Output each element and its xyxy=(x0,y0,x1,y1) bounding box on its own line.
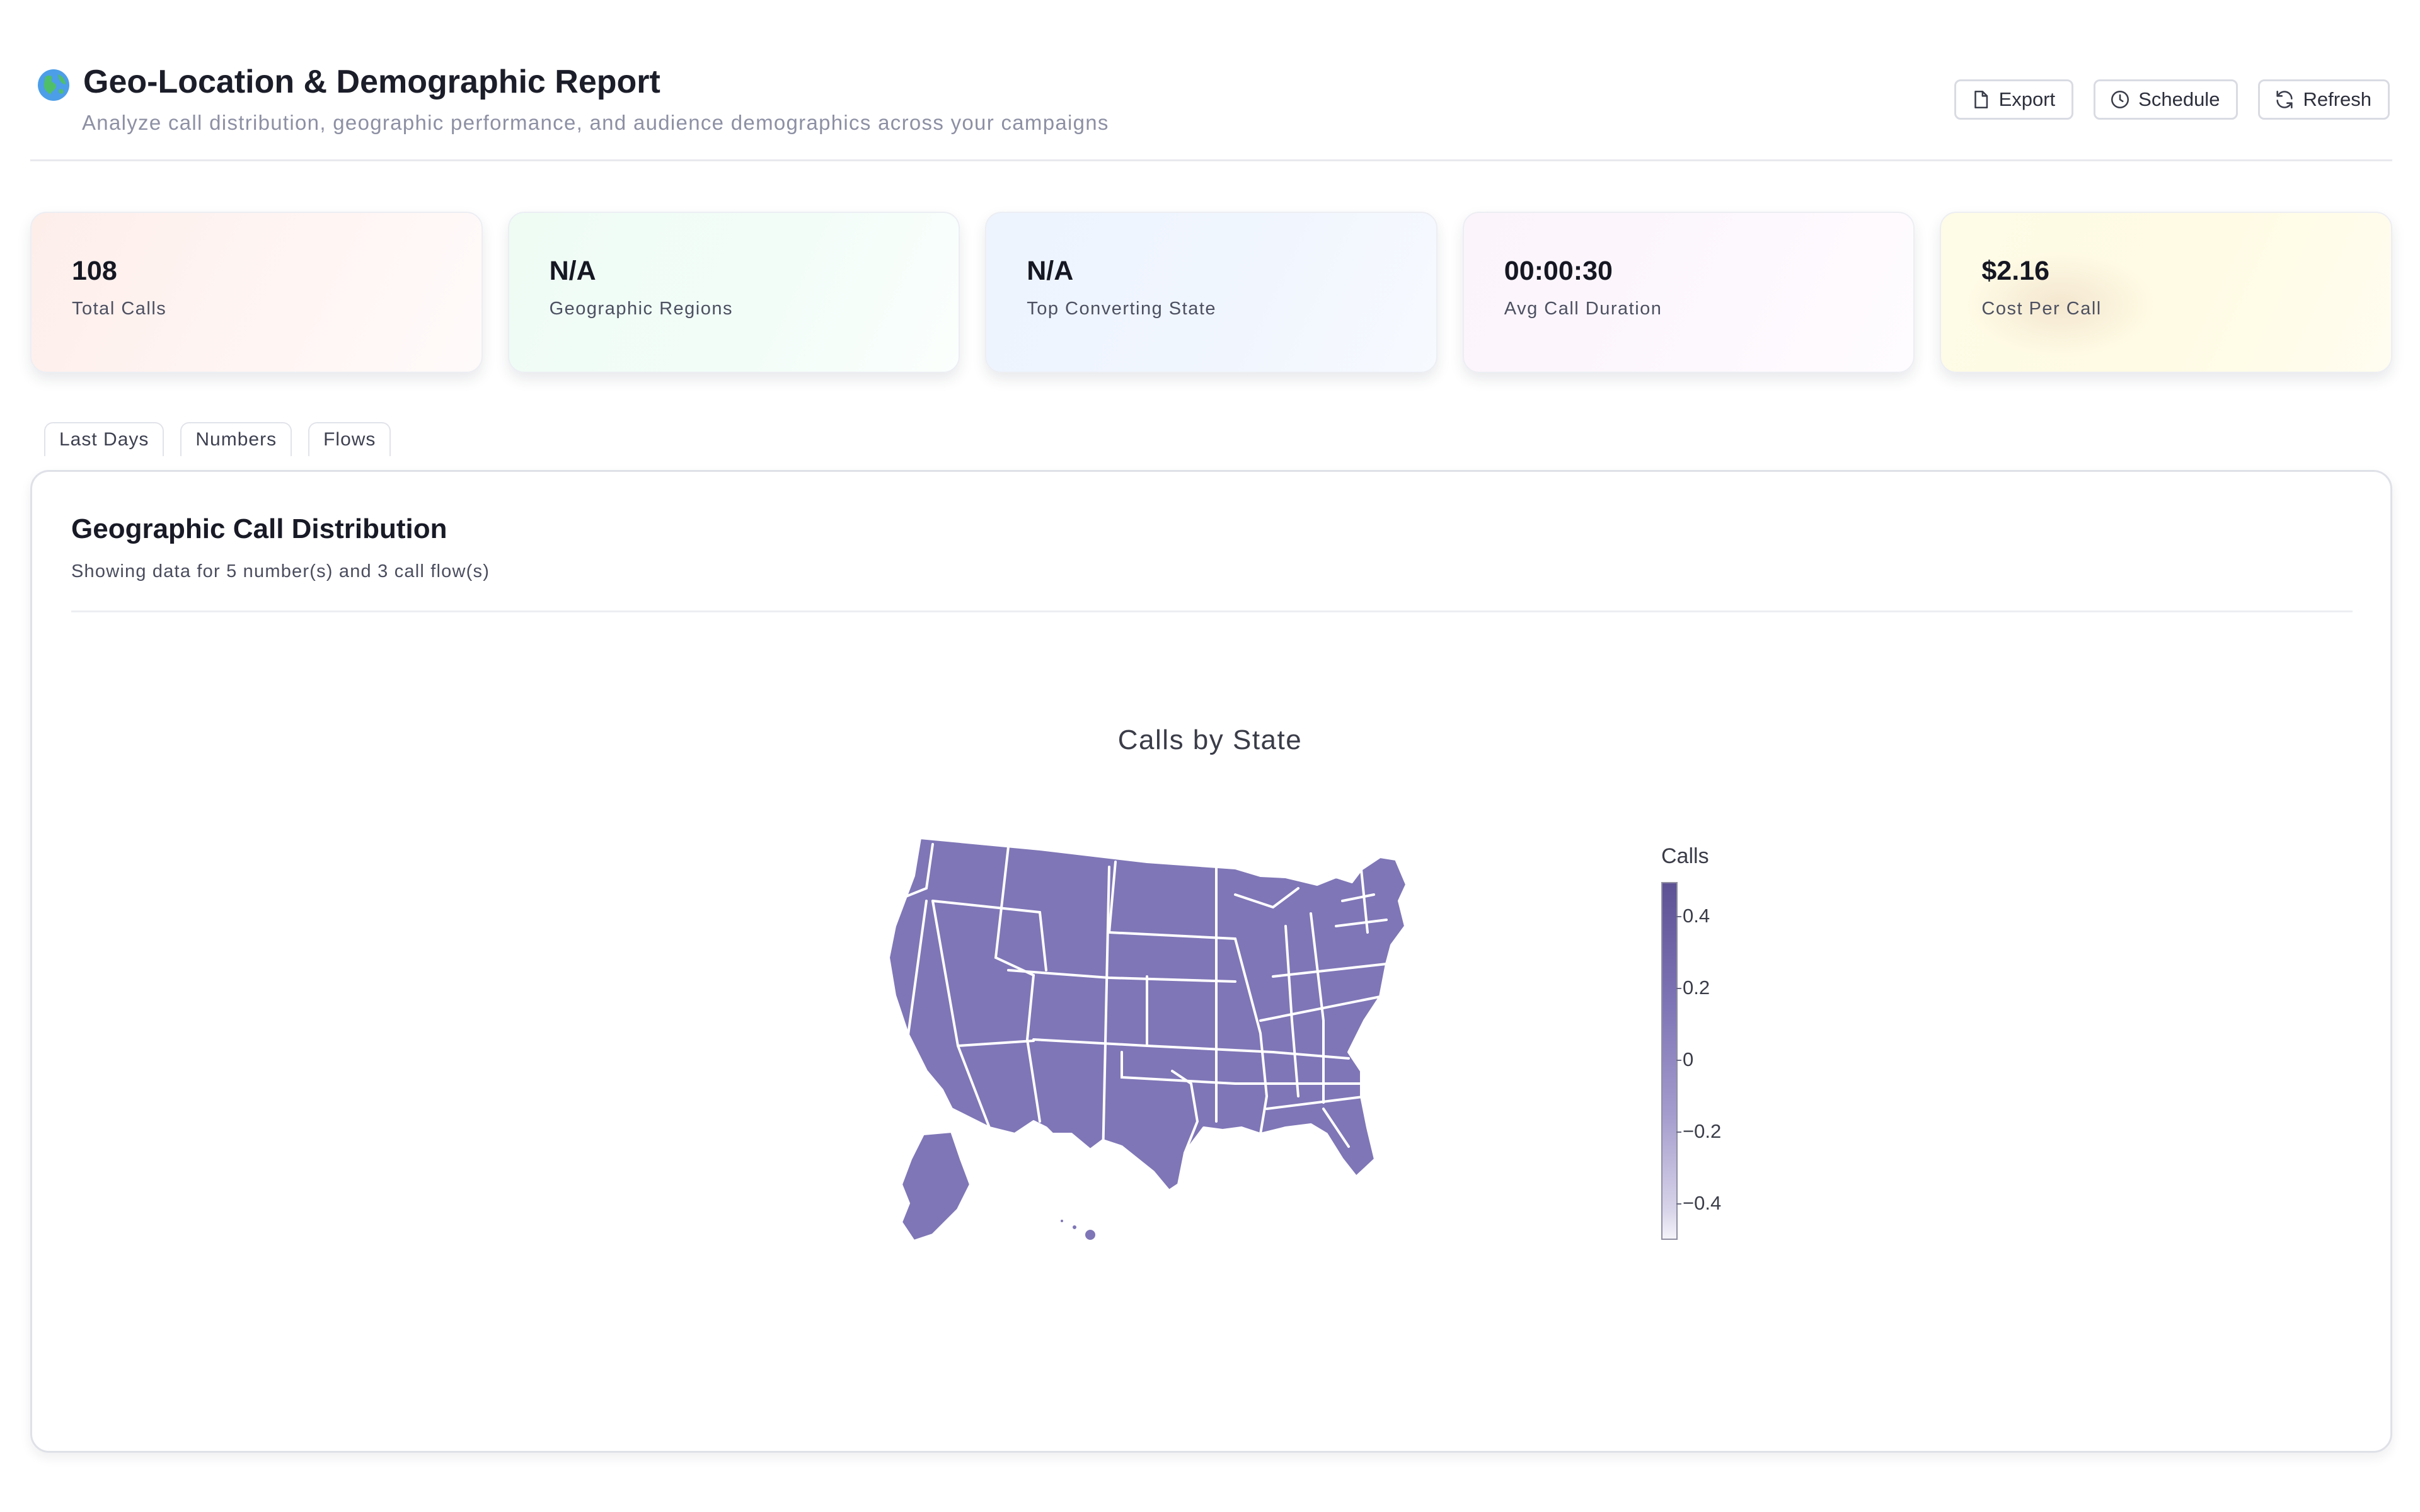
kpi-label: Cost Per Call xyxy=(1981,299,2102,319)
export-label: Export xyxy=(1998,88,2056,110)
colorbar-legend: Calls 0.4 0.2 0 −0.2 −0.4 xyxy=(1651,844,1752,1247)
kpi-card-cost-per-call: $2.16 Cost Per Call xyxy=(1940,212,2392,373)
colorbar-tick: −0.2 xyxy=(1676,1120,1722,1142)
refresh-button[interactable]: Refresh xyxy=(2258,79,2390,120)
filter-chip-numbers[interactable]: Numbers xyxy=(180,422,292,456)
colorbar-tick: 0.2 xyxy=(1676,976,1710,999)
alaska-shape xyxy=(900,1130,972,1242)
colorbar-tick: 0 xyxy=(1676,1048,1694,1070)
kpi-label: Geographic Regions xyxy=(549,299,733,319)
refresh-label: Refresh xyxy=(2303,88,2371,110)
schedule-button[interactable]: Schedule xyxy=(2094,79,2238,120)
page-subtitle: Analyze call distribution, geographic pe… xyxy=(82,111,1109,134)
kpi-label: Top Converting State xyxy=(1027,299,1217,319)
report-header: Geo-Location & Demographic Report Analyz… xyxy=(30,60,2392,161)
kpi-label: Avg Call Duration xyxy=(1504,299,1662,319)
kpi-label: Total Calls xyxy=(72,299,167,319)
kpi-value: 108 xyxy=(72,256,117,286)
export-button[interactable]: Export xyxy=(1954,79,2074,120)
colorbar-tick: 0.4 xyxy=(1676,905,1710,927)
kpi-card-total-calls: 108 Total Calls xyxy=(30,212,483,373)
colorbar-title: Calls xyxy=(1661,844,1709,868)
filter-chip-last-days[interactable]: Last Days xyxy=(44,422,164,456)
schedule-label: Schedule xyxy=(2138,88,2220,110)
panel-title: Geographic Call Distribution xyxy=(71,513,447,544)
page-title: Geo-Location & Demographic Report xyxy=(83,64,660,100)
colorbar-gradient xyxy=(1661,882,1678,1240)
kpi-cards: 108 Total Calls N/A Geographic Regions N… xyxy=(30,212,2392,373)
clock-icon xyxy=(2111,90,2129,109)
header-actions: Export Schedule Refresh xyxy=(1954,79,2390,120)
globe-icon xyxy=(38,69,69,101)
panel-subtitle: Showing data for 5 number(s) and 3 call … xyxy=(71,561,490,581)
hawaii-shape xyxy=(1058,1217,1066,1225)
kpi-value: N/A xyxy=(549,256,596,286)
file-icon xyxy=(1974,90,1988,109)
refresh-icon xyxy=(2276,90,2293,109)
us-choropleth-map[interactable] xyxy=(882,832,1538,1260)
kpi-value: $2.16 xyxy=(1981,256,2049,286)
hawaii-shape xyxy=(1070,1223,1079,1232)
chart-title: Calls by State xyxy=(1117,724,1303,755)
kpi-card-avg-call-duration: 00:00:30 Avg Call Duration xyxy=(1462,212,1915,373)
filter-chips: Last Days Numbers Flows xyxy=(44,422,391,456)
kpi-value: 00:00:30 xyxy=(1504,256,1613,286)
kpi-card-geographic-regions: N/A Geographic Regions xyxy=(507,212,960,373)
colorbar-tick: −0.4 xyxy=(1676,1192,1722,1214)
kpi-card-top-converting-state: N/A Top Converting State xyxy=(985,212,1438,373)
panel-divider xyxy=(71,610,2353,612)
kpi-value: N/A xyxy=(1027,256,1074,286)
hawaii-shape xyxy=(1083,1227,1098,1242)
filter-chip-flows[interactable]: Flows xyxy=(308,422,391,456)
